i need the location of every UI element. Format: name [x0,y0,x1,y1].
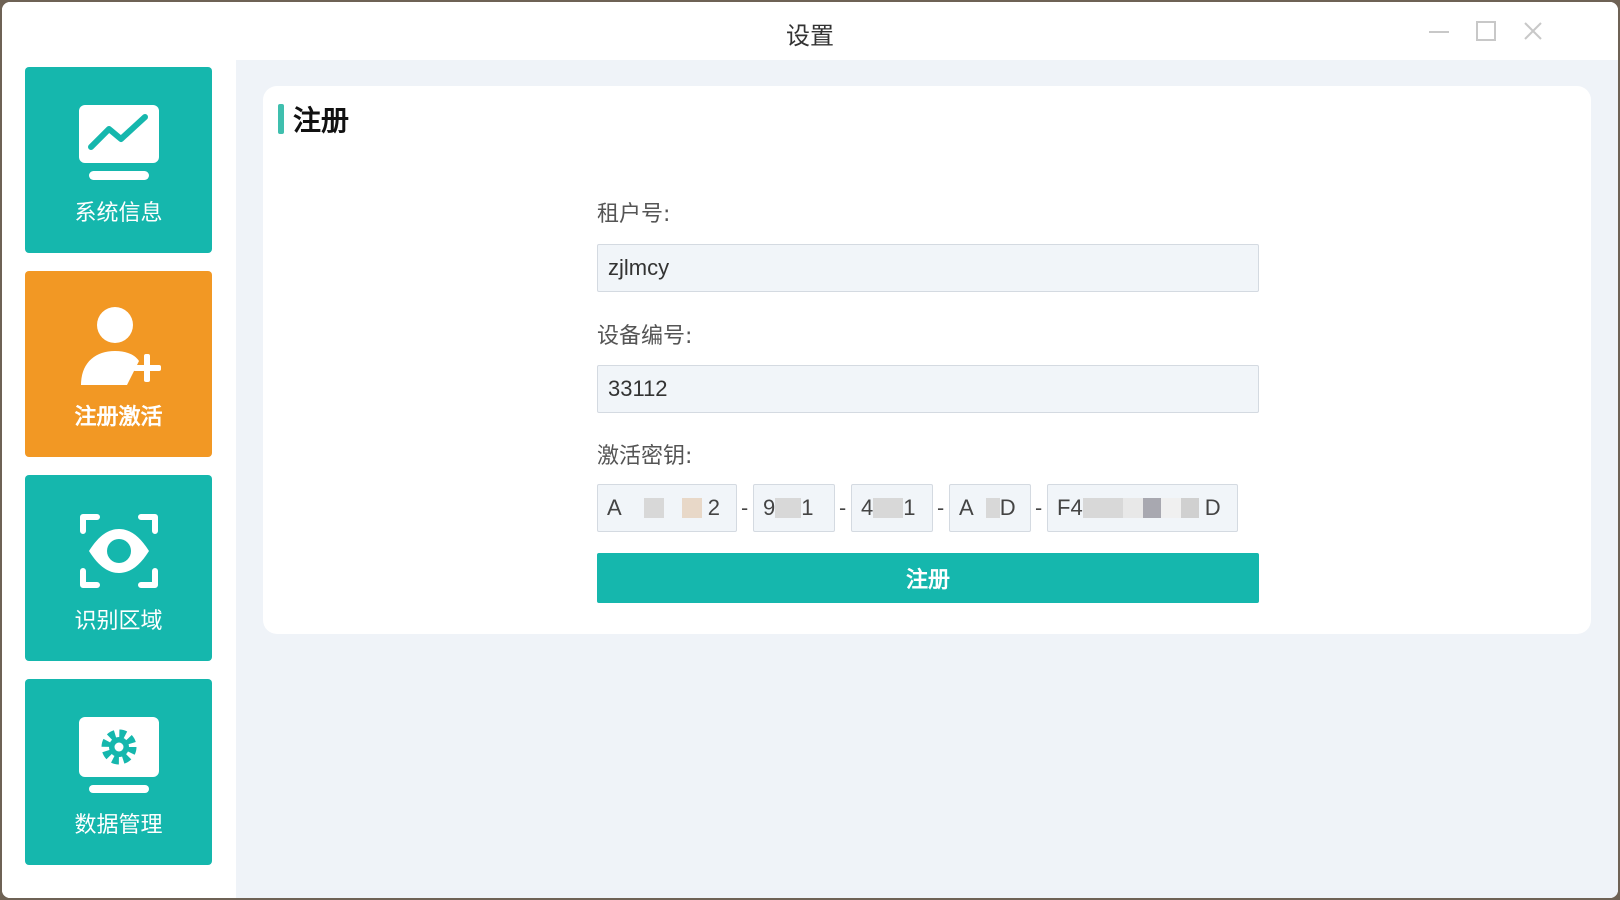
tenant-label: 租户号: [597,202,671,227]
register-button[interactable]: 注册 [597,553,1259,603]
minimize-button[interactable] [1424,16,1454,46]
key-segment-start: 9 [763,495,776,520]
key-segment-4[interactable]: A D [949,484,1031,532]
eye-scan-icon [74,509,164,593]
sidebar: 系统信息 注册激活 识别区域 数据管理 [2,60,236,898]
redacted-block [775,498,802,518]
key-segment-2[interactable]: 9 1 [753,484,835,532]
sidebar-item-system-info[interactable]: 系统信息 [25,67,212,253]
key-segment-start: 4 [861,495,874,520]
key-segment-end: 2 [707,495,720,520]
key-segment-end: 1 [801,495,814,520]
key-segment-start: A [607,495,622,520]
tenant-input[interactable] [597,244,1259,292]
redacted-block [873,498,904,518]
sidebar-item-recognition-area[interactable]: 识别区域 [25,475,212,661]
sidebar-item-label: 数据管理 [74,813,163,838]
minimize-icon [1429,31,1449,33]
redacted-block [1160,498,1181,518]
key-segment-end: 1 [903,495,916,520]
sidebar-item-label: 注册激活 [74,405,163,430]
key-separator: - [839,496,847,520]
sidebar-item-label: 系统信息 [74,201,163,226]
redacted-block [985,498,1000,518]
redacted-block [1180,498,1199,518]
device-input[interactable] [597,365,1259,413]
redacted-block [1082,498,1123,518]
maximize-icon [1476,21,1496,41]
key-segment-5[interactable]: F4 D [1047,484,1238,532]
close-icon [1524,22,1542,40]
sidebar-item-register[interactable]: 注册激活 [25,271,212,457]
key-segment-1[interactable]: A 2 [597,484,737,532]
window-title: 设置 [786,22,834,50]
key-segment-end: D [1204,495,1221,520]
card-title: 注册 [293,104,350,137]
register-card: 注册 租户号: 设备编号: 激活密钥: A 2 - 9 1 - 4 [263,86,1591,634]
sidebar-item-data-management[interactable]: 数据管理 [25,679,212,865]
redacted-block [1142,498,1161,518]
redacted-block [681,498,702,518]
maximize-button[interactable] [1471,16,1501,46]
key-segment-start: A [959,495,974,520]
key-separator: - [1035,496,1043,520]
title-bar: 设置 [2,2,1618,60]
device-label: 设备编号: [597,324,693,349]
monitor-chart-icon [74,101,164,185]
monitor-gear-icon [74,713,164,797]
key-label: 激活密钥: [597,444,693,469]
sidebar-item-label: 识别区域 [74,609,163,634]
close-button[interactable] [1518,16,1548,46]
title-accent-bar [278,104,284,134]
redacted-block [643,498,664,518]
user-add-icon [74,305,164,389]
key-segment-3[interactable]: 4 1 [851,484,933,532]
main-content: 注册 租户号: 设备编号: 激活密钥: A 2 - 9 1 - 4 [236,60,1618,898]
settings-window: 设置 系统信息 注册激活 识别区域 数据管理 注册 租户号: zjlmcy 设备… [2,2,1618,898]
key-separator: - [937,496,945,520]
key-segment-start: F4 [1057,495,1083,520]
redacted-block [1122,498,1143,518]
key-segment-end: D [999,495,1016,520]
key-separator: - [741,496,749,520]
